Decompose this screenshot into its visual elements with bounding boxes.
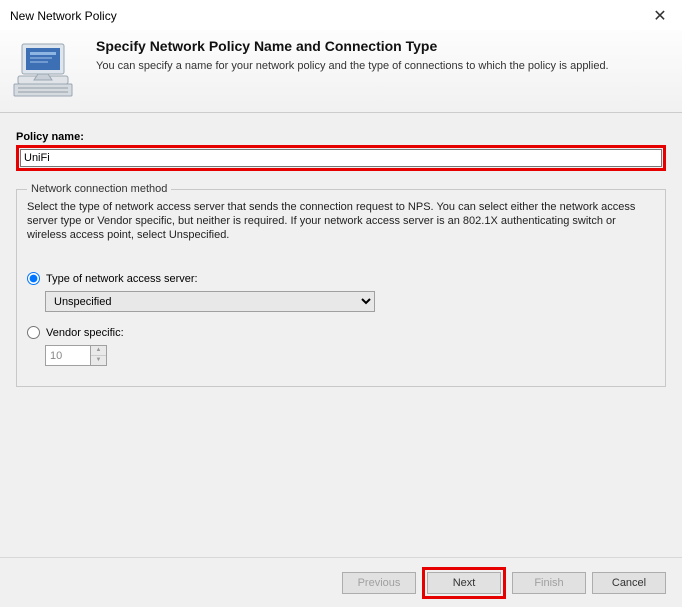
finish-button: Finish (512, 572, 586, 594)
wizard-header: Specify Network Policy Name and Connecti… (0, 30, 682, 113)
cancel-button[interactable]: Cancel (592, 572, 666, 594)
wizard-body: Policy name: Network connection method S… (0, 113, 682, 557)
close-icon[interactable]: ✕ (648, 6, 672, 26)
radio-nas-type-label: Type of network access server: (46, 273, 198, 285)
header-icon (10, 38, 80, 98)
vendor-id-spinner: ▲ ▼ (45, 345, 655, 366)
header-text: Specify Network Policy Name and Connecti… (96, 38, 609, 98)
spin-up-icon: ▲ (91, 346, 106, 356)
previous-button: Previous (342, 572, 416, 594)
next-button-highlight: Next (422, 567, 506, 599)
radio-nas-type[interactable] (27, 272, 40, 285)
spin-down-icon: ▼ (91, 356, 106, 365)
radio-vendor-row[interactable]: Vendor specific: (27, 326, 655, 339)
policy-name-input[interactable] (20, 149, 662, 167)
page-heading: Specify Network Policy Name and Connecti… (96, 38, 609, 54)
next-button[interactable]: Next (427, 572, 501, 594)
window-title: New Network Policy (10, 9, 117, 23)
policy-name-highlight (16, 145, 666, 171)
radio-vendor-specific[interactable] (27, 326, 40, 339)
group-legend: Network connection method (27, 183, 171, 195)
policy-name-label: Policy name: (16, 131, 666, 143)
group-description: Select the type of network access server… (27, 201, 655, 242)
connection-method-group: Network connection method Select the typ… (16, 183, 666, 387)
vendor-id-input (45, 345, 91, 366)
nas-type-select[interactable]: Unspecified (45, 291, 375, 312)
radio-type-row[interactable]: Type of network access server: (27, 272, 655, 285)
page-subheading: You can specify a name for your network … (96, 60, 609, 72)
titlebar: New Network Policy ✕ (0, 0, 682, 30)
spin-buttons: ▲ ▼ (91, 345, 107, 366)
radio-vendor-label: Vendor specific: (46, 327, 124, 339)
